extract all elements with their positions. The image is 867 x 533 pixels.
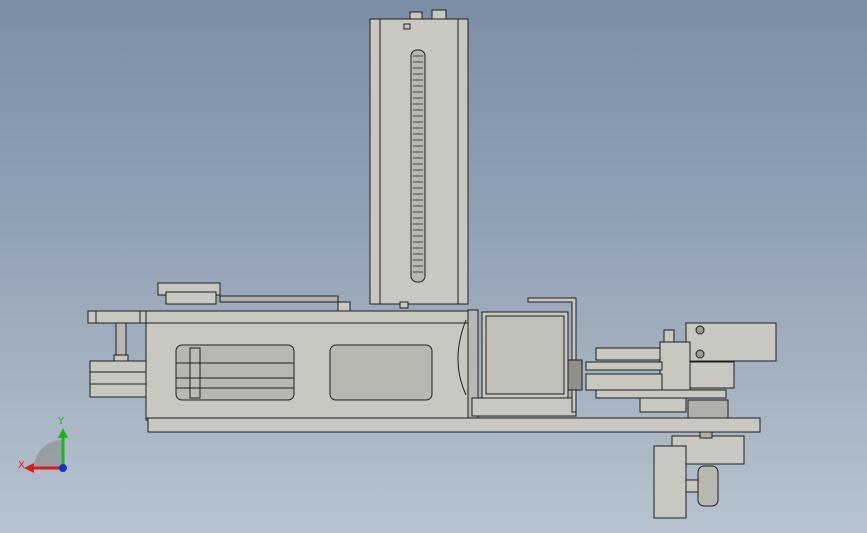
rack-slot	[410, 49, 426, 283]
x-axis-label: X	[18, 460, 25, 471]
z-axis-dot-icon	[59, 464, 67, 472]
bottom-rail[interactable]	[147, 417, 761, 433]
cad-drawing[interactable]: X Y	[0, 0, 867, 533]
axis-triad: X Y	[18, 416, 68, 473]
left-platform[interactable]	[89, 322, 147, 398]
frame-window-right	[329, 344, 433, 401]
view-quarter-disc	[34, 440, 62, 468]
wheel-bracket[interactable]	[653, 431, 745, 519]
y-axis-label: Y	[57, 416, 65, 427]
y-axis-arrow-icon	[58, 428, 68, 438]
x-axis-arrow-icon	[24, 463, 34, 473]
cad-viewport[interactable]: X Y	[0, 0, 867, 533]
frame-window-left	[175, 344, 295, 401]
motor-block[interactable]	[471, 297, 583, 417]
gripper-assembly[interactable]	[585, 322, 777, 423]
